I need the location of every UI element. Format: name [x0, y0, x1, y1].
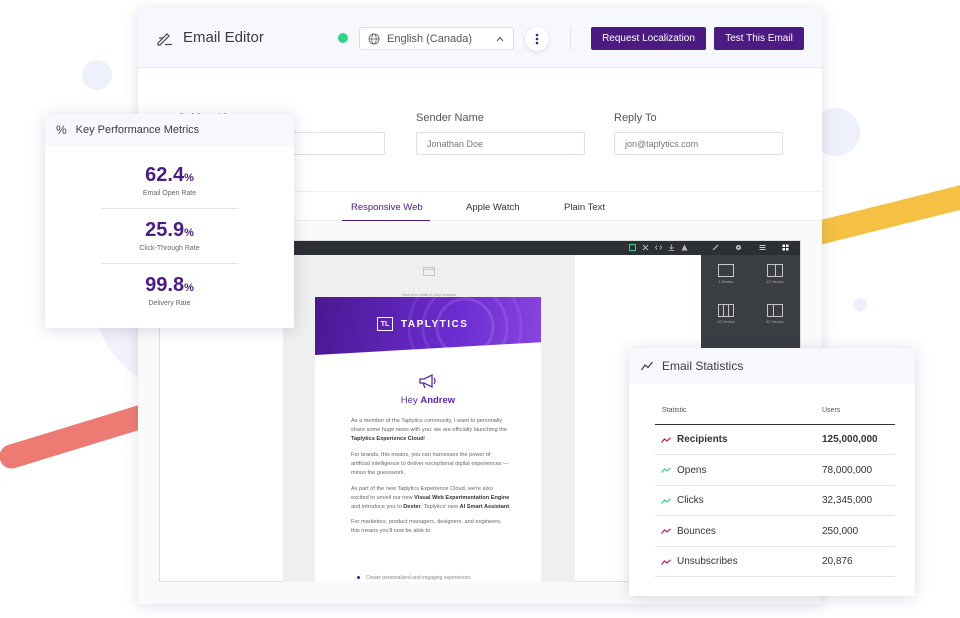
kpi-divider — [101, 263, 238, 264]
statistic-value: 32,345,000 — [822, 495, 873, 506]
email-banner: TL TAPLYTICS — [315, 297, 541, 355]
gear-icon[interactable] — [735, 244, 742, 251]
chevron-up-icon — [496, 36, 504, 41]
kpi-header: % Key Performance Metrics — [45, 114, 294, 146]
background-circle — [82, 60, 112, 90]
pen-icon — [157, 32, 172, 46]
statistic-value: 250,000 — [822, 525, 859, 537]
email-preview-area: View this email in your browser TL TAPLY… — [283, 255, 575, 582]
kpi-open-rate: 62.4% Email Open Rate — [142, 164, 197, 197]
kebab-menu-icon — [535, 33, 539, 45]
table-row[interactable]: Clicks 32,345,000 — [655, 486, 895, 516]
kpi-divider — [101, 208, 238, 209]
language-value: English (Canada) — [387, 32, 472, 45]
browser-icon — [423, 267, 435, 276]
email-paragraph: As part of the new Taplytics Experience … — [351, 485, 511, 510]
expand-icon[interactable] — [642, 244, 649, 251]
statistic-name: Bounces — [677, 525, 716, 537]
logo-mark: TL — [377, 317, 393, 331]
table-row[interactable]: Opens 78,000,000 — [655, 456, 895, 486]
trend-icon — [661, 558, 671, 565]
page-title: Email Editor — [183, 29, 264, 46]
stats-header: Email Statistics — [629, 348, 915, 384]
table-row[interactable]: Bounces 250,000 — [655, 517, 895, 547]
recipient-name: Andrew — [420, 395, 456, 406]
warning-icon[interactable] — [681, 244, 688, 251]
statistic-name: Recipients — [677, 434, 728, 445]
reply-field: Reply To jon@taplytics.com — [614, 112, 783, 155]
background-circle — [853, 298, 867, 312]
email-paragraph: For brands, this means, you can harnesse… — [351, 451, 509, 476]
tab-responsive-web[interactable]: Responsive Web — [351, 202, 423, 213]
layers-icon[interactable] — [759, 244, 766, 251]
stats-title: Email Statistics — [662, 359, 744, 373]
statistic-value: 20,876 — [822, 556, 853, 567]
trend-icon — [661, 528, 671, 534]
decorative-stripe — [0, 401, 157, 472]
email-content: TL TAPLYTICS Hey Andrew As a member of t… — [315, 297, 541, 582]
globe-icon — [368, 33, 380, 44]
more-options-button[interactable] — [525, 27, 549, 51]
column-header-statistic: Statistic — [662, 407, 687, 414]
table-row[interactable]: Unsubscribes 20,876 — [655, 547, 895, 577]
block-1-section[interactable]: 1 Section — [709, 264, 743, 284]
percent-icon: % — [56, 123, 67, 137]
taplytics-logo: TL TAPLYTICS — [377, 317, 468, 331]
sender-field: Sender Name Jonathan Doe — [416, 112, 585, 155]
code-icon[interactable] — [655, 244, 662, 251]
kpi-panel: % Key Performance Metrics 62.4% Email Op… — [45, 114, 294, 328]
reply-label: Reply To — [614, 112, 657, 124]
reply-input[interactable]: jon@taplytics.com — [614, 132, 783, 155]
trend-icon — [661, 467, 671, 473]
tab-plain-text[interactable]: Plain Text — [564, 202, 605, 213]
table-row[interactable]: Recipients 125,000,000 — [655, 425, 895, 455]
blocks-icon[interactable] — [782, 244, 789, 251]
email-paragraph: For marketers, product managers, designe… — [351, 519, 502, 535]
logo-text: TAPLYTICS — [401, 318, 469, 330]
request-localization-button[interactable]: Request Localization — [591, 27, 706, 50]
kpi-delivery-rate: 99.8% Delivery Rate — [145, 274, 194, 307]
trend-icon — [661, 436, 671, 443]
block-half-section[interactable]: 1/2 Section — [758, 264, 792, 284]
language-select[interactable]: English (Canada) — [359, 27, 514, 50]
select-icon[interactable] — [629, 244, 636, 251]
brush-icon[interactable] — [712, 244, 719, 251]
email-paragraph: As a member of the Taplytics community, … — [351, 418, 507, 442]
sender-label: Sender Name — [416, 112, 484, 124]
test-email-button[interactable]: Test This Email — [714, 27, 804, 50]
download-icon[interactable] — [668, 244, 675, 251]
statistic-value: 125,000,000 — [822, 434, 878, 445]
email-body: As a member of the Taplytics community, … — [351, 417, 511, 543]
sender-input[interactable]: Jonathan Doe — [416, 132, 585, 155]
status-indicator — [338, 33, 348, 43]
block-3-7-section[interactable]: 3/7 Section — [758, 304, 792, 324]
email-greeting: Hey Andrew — [400, 395, 456, 406]
editor-header: Email Editor English (Canada) Request Lo… — [138, 8, 822, 68]
megaphone-icon — [419, 373, 436, 389]
email-bullet: Create personalized and engaging experie… — [357, 575, 471, 581]
header-divider — [570, 26, 571, 50]
trend-icon — [661, 497, 671, 504]
column-header-users: Users — [822, 407, 841, 414]
kpi-click-through: 25.9% Click-Through Rate — [139, 219, 200, 252]
statistic-name: Clicks — [677, 495, 704, 506]
statistic-name: Opens — [677, 464, 707, 476]
kpi-title: Key Performance Metrics — [75, 124, 200, 136]
trend-icon — [641, 361, 653, 371]
block-third-section[interactable]: 1/3 Section — [709, 304, 743, 324]
email-statistics-panel: Email Statistics Statistic Users Recipie… — [629, 348, 915, 596]
statistic-value: 78,000,000 — [822, 464, 873, 476]
tab-apple-watch[interactable]: Apple Watch — [466, 202, 520, 213]
preview-toolbar — [294, 241, 800, 255]
statistic-name: Unsubscribes — [677, 556, 738, 567]
